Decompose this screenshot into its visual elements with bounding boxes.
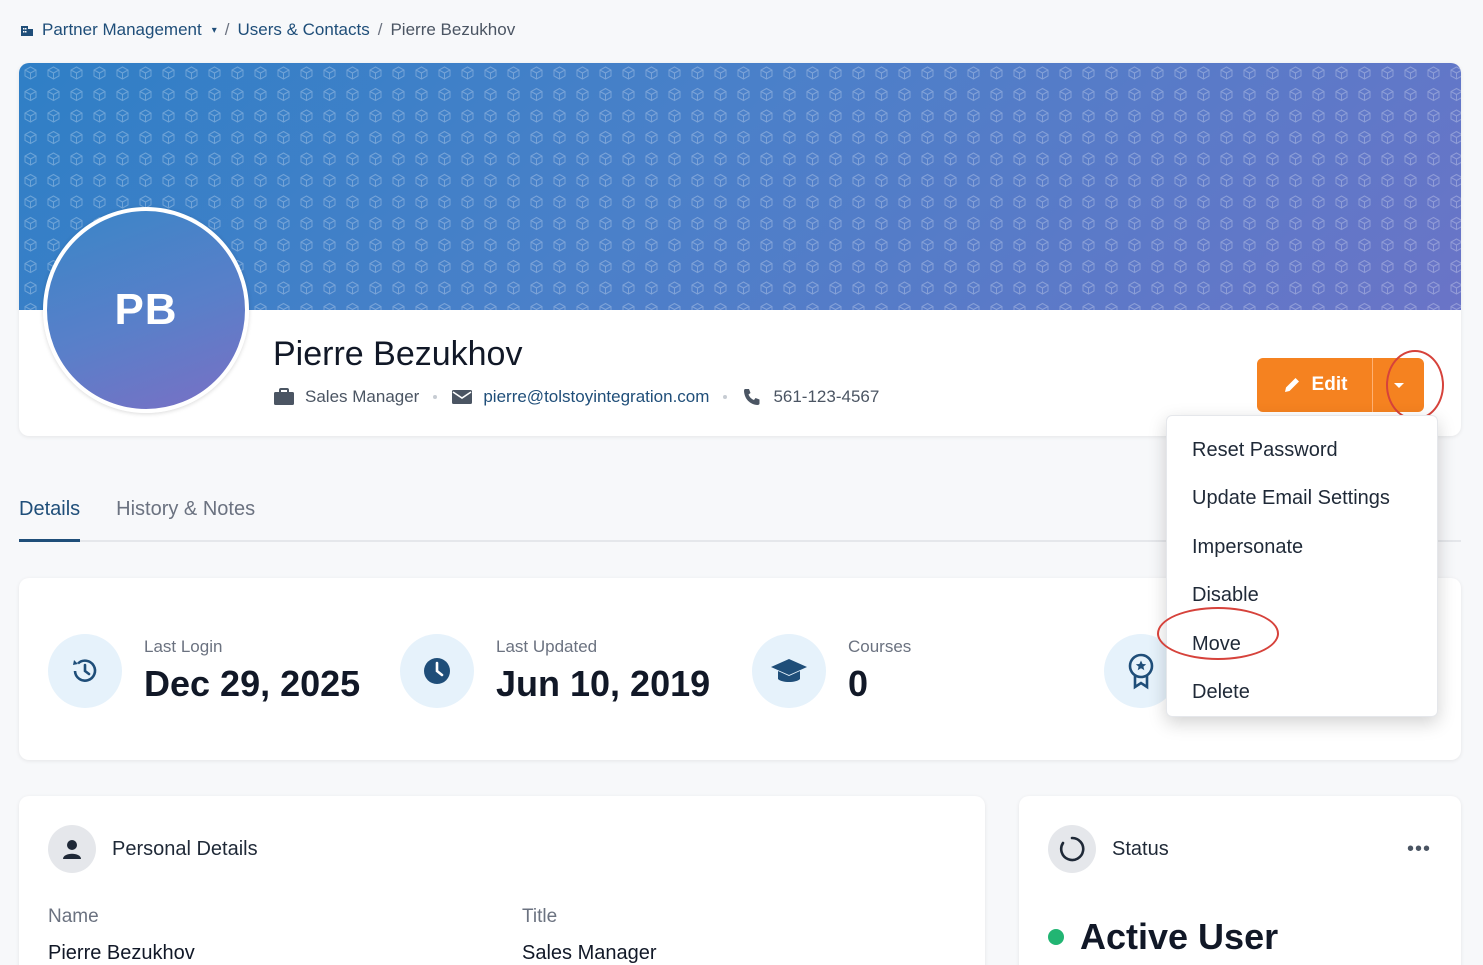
status-title: Status <box>1112 837 1169 860</box>
avatar: PB <box>43 207 249 413</box>
chevron-down-icon[interactable]: ▾ <box>212 25 217 36</box>
move-item-highlight <box>1157 607 1279 660</box>
briefcase-icon <box>274 388 294 405</box>
edit-button[interactable]: Edit <box>1257 358 1372 412</box>
spinner-icon <box>1048 825 1096 873</box>
field-label-name: Name <box>48 906 99 927</box>
building-icon <box>21 26 33 36</box>
pencil-icon <box>1284 378 1299 392</box>
field-value-title: Sales Manager <box>522 942 657 964</box>
stat-label: Last Login <box>144 637 223 656</box>
separator-dot <box>433 395 438 399</box>
personal-details-title: Personal Details <box>112 837 258 860</box>
breadcrumb-users-contacts[interactable]: Users & Contacts <box>237 20 369 40</box>
phone-icon <box>744 389 760 405</box>
profile-email-link[interactable]: pierre@tolstoyintegration.com <box>483 387 709 407</box>
breadcrumb: Partner Management ▾ / Users & Contacts … <box>20 20 515 40</box>
user-icon <box>48 825 96 873</box>
stat-label: Last Updated <box>496 637 598 656</box>
dropdown-toggle-highlight <box>1386 350 1444 420</box>
stat-label: Courses <box>848 637 912 656</box>
profile-meta: Sales Manager pierre@tolstoyintegration.… <box>273 387 879 407</box>
profile-phone: 561-123-4567 <box>773 387 880 406</box>
stat-last-updated: Last Updated Jun 10, 2019 <box>400 634 710 708</box>
edit-button-label: Edit <box>1311 374 1348 395</box>
history-icon <box>48 634 122 708</box>
menu-item-impersonate[interactable]: Impersonate <box>1167 523 1437 572</box>
stat-value: 0 <box>848 663 869 704</box>
personal-details-header: Personal Details <box>48 825 258 873</box>
actions-dropdown-menu: Reset Password Update Email Settings Imp… <box>1166 415 1438 717</box>
profile-name: Pierre Bezukhov <box>273 335 523 373</box>
breadcrumb-separator: / <box>377 20 383 39</box>
more-options-icon[interactable]: ••• <box>1407 838 1431 861</box>
status-card: Status ••• Active User <box>1019 796 1461 965</box>
menu-item-reset-password[interactable]: Reset Password <box>1167 426 1437 475</box>
clock-icon <box>400 634 474 708</box>
status-text: Active User <box>1080 916 1279 957</box>
graduation-cap-icon <box>752 634 826 708</box>
breadcrumb-current: Pierre Bezukhov <box>390 20 516 39</box>
stat-value: Jun 10, 2019 <box>496 663 711 704</box>
separator-dot <box>723 395 728 399</box>
tab-details[interactable]: Details <box>19 494 81 542</box>
field-label-title: Title <box>522 906 558 927</box>
stat-last-login: Last Login Dec 29, 2025 <box>48 634 360 708</box>
status-header: Status <box>1048 825 1169 873</box>
status-value: Active User <box>1048 916 1278 958</box>
profile-job-title: Sales Manager <box>305 387 420 406</box>
menu-item-delete[interactable]: Delete <box>1167 669 1437 718</box>
breadcrumb-partner-management[interactable]: Partner Management <box>42 20 202 40</box>
menu-item-update-email-settings[interactable]: Update Email Settings <box>1167 475 1437 524</box>
field-value-name: Pierre Bezukhov <box>48 942 195 964</box>
status-dot <box>1048 929 1064 945</box>
breadcrumb-separator: / <box>224 20 230 39</box>
tab-history-notes[interactable]: History & Notes <box>116 494 255 542</box>
stat-courses: Courses 0 <box>752 634 911 708</box>
profile-card: PB Pierre Bezukhov Sales Manager pierre@… <box>19 63 1461 436</box>
envelope-icon <box>452 390 473 404</box>
personal-details-card: Personal Details Name Pierre Bezukhov Ti… <box>19 796 985 965</box>
stat-value: Dec 29, 2025 <box>144 663 361 704</box>
avatar-initials: PB <box>114 285 178 334</box>
